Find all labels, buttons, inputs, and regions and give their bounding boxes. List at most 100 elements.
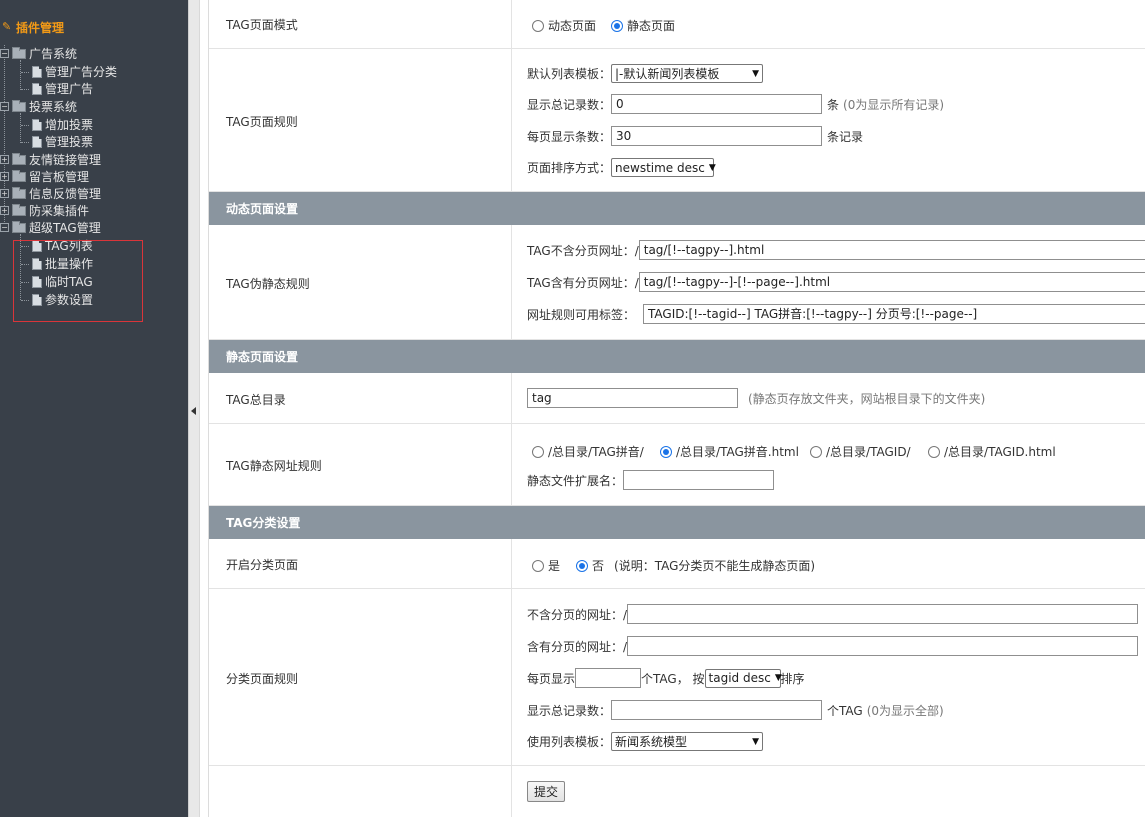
hint-text: (静态页存放文件夹，网站根目录下的文件夹) bbox=[748, 391, 986, 406]
radio-label: 否 bbox=[592, 559, 605, 573]
pseudo-page-field: TAG含有分页网址：/ tag/[!--tagpy--]-[!--page--]… bbox=[527, 272, 1145, 292]
category-total-field: 显示总记录数： 个TAG (0为显示全部) bbox=[527, 700, 944, 720]
category-sort-select[interactable]: tagid desc ▼ bbox=[704, 668, 782, 688]
list-template-select[interactable]: |-默认新闻列表模板 ▼ bbox=[611, 64, 764, 83]
expand-icon[interactable]: + bbox=[0, 172, 9, 181]
radio-label: 是 bbox=[548, 559, 561, 573]
radio-circle[interactable] bbox=[532, 445, 544, 458]
radio-circle[interactable] bbox=[928, 445, 940, 458]
category-page-input[interactable] bbox=[627, 636, 1139, 656]
sidebar-item-feedback[interactable]: + 信息反馈管理 bbox=[0, 185, 101, 202]
category-no-page-input[interactable] bbox=[627, 604, 1139, 624]
radio-circle[interactable] bbox=[532, 559, 544, 572]
per-page-field: 每页显示条数： 30 条记录 bbox=[527, 126, 863, 146]
hint-text: (说明：TAG分类页不能生成静态页面) bbox=[614, 559, 816, 573]
tree-line bbox=[20, 60, 21, 90]
tree-line bbox=[20, 113, 21, 143]
static-ext-input[interactable] bbox=[623, 470, 775, 490]
sidebar-item-label: 超级TAG管理 bbox=[29, 221, 101, 235]
radio-static-rule-1[interactable]: /总目录/TAG拼音/ bbox=[532, 443, 644, 460]
row-label: TAG页面模式 bbox=[226, 18, 298, 32]
tree-hline bbox=[21, 125, 29, 126]
field-label: 静态文件扩展名： bbox=[527, 473, 624, 488]
chevron-down-icon: ▼ bbox=[708, 162, 716, 173]
total-records-input[interactable]: 0 bbox=[611, 94, 823, 114]
category-total-input[interactable] bbox=[611, 700, 823, 720]
row-label: TAG静态网址规则 bbox=[226, 459, 322, 473]
radio-static-rule-4[interactable]: /总目录/TAGID.html bbox=[928, 443, 1056, 460]
field-label: 页面排序方式： bbox=[527, 161, 612, 175]
sidebar-item-label: 广告系统 bbox=[29, 47, 78, 61]
collapse-arrow-icon[interactable] bbox=[191, 407, 196, 415]
radio-category-no[interactable]: 否 (说明：TAG分类页不能生成静态页面) bbox=[576, 557, 815, 574]
row-category-open: 开启分类页面 是 否 (说明：TAG分类页不能生成静态页面) bbox=[209, 539, 1145, 589]
category-per-page-input[interactable] bbox=[575, 668, 642, 688]
sidebar-item-add-vote[interactable]: 增加投票 bbox=[32, 116, 93, 133]
expand-icon[interactable]: − bbox=[0, 102, 9, 111]
section-category: TAG分类设置 bbox=[209, 506, 1145, 539]
expand-icon[interactable]: − bbox=[0, 49, 9, 58]
sidebar-item-ads[interactable]: 管理广告 bbox=[32, 80, 93, 97]
sidebar-item-label: 信息反馈管理 bbox=[29, 187, 102, 201]
tree-hline bbox=[21, 89, 29, 90]
static-ext-field: 静态文件扩展名： bbox=[527, 470, 775, 490]
category-template-select[interactable]: 新闻系统模型 ▼ bbox=[611, 732, 764, 751]
highlight-box bbox=[13, 240, 143, 322]
sidebar-splitter[interactable] bbox=[188, 0, 200, 817]
hint-text: (0为显示所有记录) bbox=[843, 97, 945, 112]
radio-static-page[interactable]: 静态页面 bbox=[611, 17, 675, 34]
expand-icon[interactable]: + bbox=[0, 189, 9, 198]
folder-icon bbox=[12, 152, 26, 165]
field-label: 显示总记录数： bbox=[527, 97, 612, 112]
expand-icon[interactable]: + bbox=[0, 155, 9, 164]
total-records-field: 显示总记录数： 0 条 (0为显示所有记录) bbox=[527, 94, 944, 114]
radio-circle[interactable] bbox=[660, 445, 672, 458]
radio-circle[interactable] bbox=[576, 559, 588, 572]
row-category-rules: 分类页面规则 不含分页的网址：/ 含有分页的网址：/ 每页显示 个TAG， 按 … bbox=[209, 589, 1145, 766]
expand-icon[interactable]: − bbox=[0, 223, 9, 232]
sidebar-item-vote-system[interactable]: − 投票系统 bbox=[0, 98, 77, 115]
submit-button[interactable]: 提交 bbox=[527, 781, 566, 802]
pseudo-no-page-input[interactable]: tag/[!--tagpy--].html bbox=[638, 240, 1145, 260]
chevron-down-icon: ▼ bbox=[752, 736, 760, 747]
sidebar-item-label: 管理广告分类 bbox=[45, 65, 118, 79]
radio-circle[interactable] bbox=[532, 19, 544, 32]
sidebar-item-anti-collect[interactable]: + 防采集插件 bbox=[0, 202, 89, 219]
radio-static-rule-2[interactable]: /总目录/TAG拼音.html bbox=[660, 443, 799, 460]
field-label: TAG不含分页网址：/ bbox=[527, 243, 639, 258]
radio-dynamic-page[interactable]: 动态页面 bbox=[532, 17, 596, 34]
radio-circle[interactable] bbox=[810, 445, 822, 458]
column-divider bbox=[511, 539, 512, 588]
sidebar-item-guestbook[interactable]: + 留言板管理 bbox=[0, 168, 89, 185]
per-page-input[interactable]: 30 bbox=[611, 126, 823, 146]
sidebar-item-manage-vote[interactable]: 管理投票 bbox=[32, 133, 93, 150]
radio-label: /总目录/TAG拼音/ bbox=[548, 445, 644, 459]
radio-static-rule-3[interactable]: /总目录/TAGID/ bbox=[810, 443, 911, 460]
expand-icon[interactable]: + bbox=[0, 206, 9, 215]
sidebar-item-ad-system[interactable]: − 广告系统 bbox=[0, 45, 77, 62]
sidebar-item-super-tag[interactable]: − 超级TAG管理 bbox=[0, 219, 101, 236]
column-divider bbox=[511, 0, 512, 48]
column-divider bbox=[511, 766, 512, 817]
sidebar-item-ad-categories[interactable]: 管理广告分类 bbox=[32, 63, 117, 80]
field-label: 每页显示 bbox=[527, 671, 576, 686]
tag-dir-input[interactable]: tag bbox=[527, 388, 738, 408]
column-divider bbox=[511, 424, 512, 505]
unit-label: 个TAG bbox=[827, 703, 863, 718]
field-label: 不含分页的网址：/ bbox=[527, 607, 628, 622]
sidebar-title: ✎ 插件管理 bbox=[2, 18, 64, 36]
row-label: 开启分类页面 bbox=[226, 558, 299, 572]
sidebar-item-friend-links[interactable]: + 友情链接管理 bbox=[0, 151, 101, 168]
sidebar-item-label: 留言板管理 bbox=[29, 170, 90, 184]
pseudo-page-input[interactable]: tag/[!--tagpy--]-[!--page--].html bbox=[638, 272, 1145, 292]
radio-category-yes[interactable]: 是 bbox=[532, 557, 560, 574]
sort-select[interactable]: newstime desc ▼ bbox=[611, 158, 716, 177]
category-page-field: 含有分页的网址：/ bbox=[527, 636, 1139, 656]
radio-circle[interactable] bbox=[611, 19, 623, 32]
hint-text: (0为显示全部) bbox=[866, 703, 944, 718]
tools-icon: ✎ bbox=[2, 20, 12, 33]
column-divider bbox=[511, 49, 512, 191]
radio-label: /总目录/TAG拼音.html bbox=[676, 445, 799, 459]
row-submit: 提交 bbox=[209, 766, 1145, 817]
pseudo-tags-input[interactable]: TAGID:[!--tagid--] TAG拼音:[!--tagpy--] 分页… bbox=[643, 304, 1145, 324]
